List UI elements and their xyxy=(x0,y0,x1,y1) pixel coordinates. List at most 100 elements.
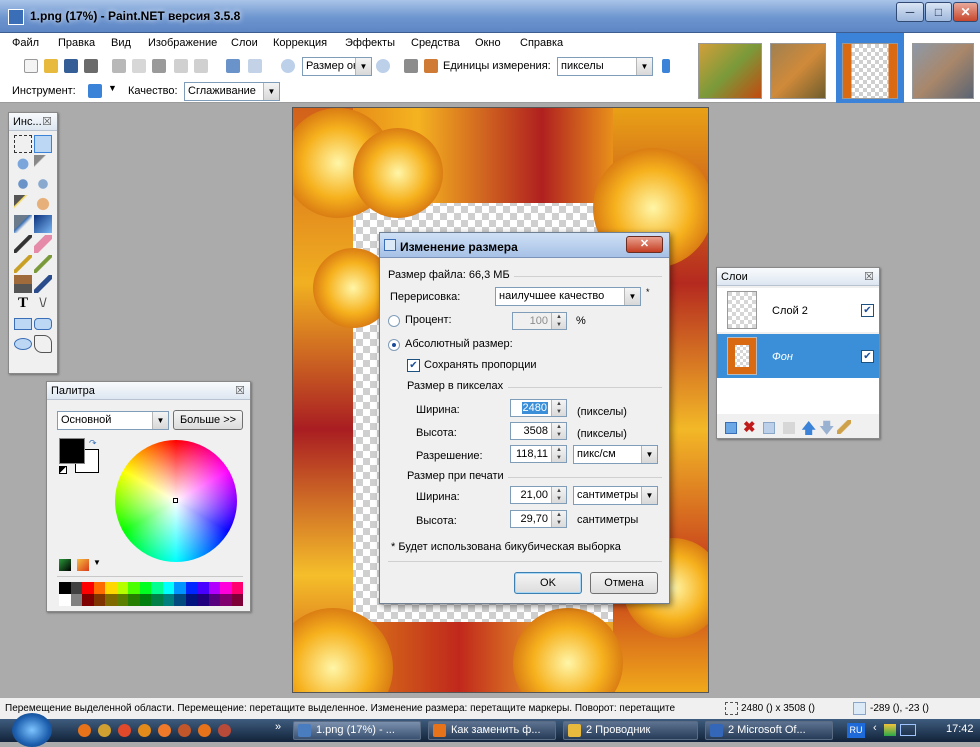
palette-menu-icon[interactable] xyxy=(59,559,71,571)
palette-swatch[interactable] xyxy=(220,594,232,606)
menu-window[interactable]: Окно xyxy=(475,37,501,49)
crop-icon[interactable] xyxy=(174,59,188,73)
layer-visibility-checkbox[interactable]: ✔ xyxy=(861,350,874,363)
units-combo[interactable]: пикселы ▼ xyxy=(557,57,653,76)
zoom-out-icon[interactable] xyxy=(281,59,295,73)
palette-swatch[interactable] xyxy=(116,582,128,594)
primary-color-swatch[interactable] xyxy=(59,438,85,464)
new-icon[interactable] xyxy=(24,59,38,73)
quicklaunch-icon[interactable] xyxy=(198,724,211,737)
reset-colors-icon[interactable] xyxy=(59,466,67,474)
tray-network-icon[interactable] xyxy=(900,724,916,736)
gradient-tool-icon[interactable] xyxy=(34,215,52,233)
quicklaunch-icon[interactable] xyxy=(98,724,111,737)
move-layer-down-icon[interactable]: 🡇 xyxy=(819,418,834,443)
palette-add-icon[interactable] xyxy=(77,559,89,571)
clone-stamp-tool-icon[interactable] xyxy=(14,275,32,293)
text-tool-icon[interactable]: T xyxy=(14,295,32,313)
open-icon[interactable] xyxy=(44,59,58,73)
palette-swatch[interactable] xyxy=(231,594,243,606)
palette-swatch[interactable] xyxy=(185,594,197,606)
add-layer-icon[interactable] xyxy=(725,422,737,434)
print-width-input[interactable]: 21,00 ▲ ▼ xyxy=(510,486,567,504)
language-indicator[interactable]: RU xyxy=(847,723,865,738)
palette-swatch[interactable] xyxy=(82,582,94,594)
palette-mode-combo[interactable]: Основной ▼ xyxy=(57,411,169,430)
magic-wand-tool-icon[interactable] xyxy=(14,195,32,213)
taskbar-item-paintnet[interactable]: 1.png (17%) - ... xyxy=(293,721,421,740)
color-wheel[interactable] xyxy=(115,440,237,562)
print-width-spinner-icon[interactable]: ▲ ▼ xyxy=(551,487,566,503)
palette-swatch[interactable] xyxy=(208,594,220,606)
width-px-input[interactable]: 2480 ▲ ▼ xyxy=(510,399,567,417)
resolution-unit-combo[interactable]: пикс/см ▼ xyxy=(573,445,658,464)
taskbar-item-explorer[interactable]: 2 Проводник xyxy=(563,721,698,740)
keep-ratio-checkbox[interactable]: ✔ xyxy=(407,359,420,372)
palette-swatch[interactable] xyxy=(93,594,105,606)
cursor-icon[interactable] xyxy=(88,84,102,98)
quicklaunch-icon[interactable] xyxy=(218,724,231,737)
palette-swatch[interactable] xyxy=(162,594,174,606)
quicklaunch-icon[interactable] xyxy=(178,724,191,737)
resample-combo[interactable]: наилучшее качество ▼ xyxy=(495,287,641,306)
quicklaunch-more-icon[interactable]: » xyxy=(275,721,281,733)
undo-icon[interactable] xyxy=(226,59,240,73)
cancel-button[interactable]: Отмена xyxy=(590,572,658,594)
menu-layers[interactable]: Слои xyxy=(231,37,258,49)
palette-swatch[interactable] xyxy=(70,582,82,594)
palette-swatch[interactable] xyxy=(82,594,94,606)
percent-radio[interactable] xyxy=(388,315,400,327)
paintbrush-tool-icon[interactable] xyxy=(14,235,32,253)
palette-swatch[interactable] xyxy=(231,582,243,594)
quicklaunch-icon[interactable] xyxy=(158,724,171,737)
quicklaunch-icon[interactable] xyxy=(78,724,91,737)
delete-layer-icon[interactable]: ✖ xyxy=(743,418,756,436)
palette-swatch[interactable] xyxy=(59,594,71,606)
palette-swatch[interactable] xyxy=(197,594,209,606)
move-selection-tool-icon[interactable] xyxy=(34,135,52,153)
rectangle-tool-icon[interactable] xyxy=(14,318,32,330)
menu-file[interactable]: Файл xyxy=(12,37,39,49)
menu-help[interactable]: Справка xyxy=(520,37,563,49)
paste-icon[interactable] xyxy=(152,59,166,73)
palette-swatch[interactable] xyxy=(197,582,209,594)
taskbar-item-office[interactable]: 2 Microsoft Of... xyxy=(705,721,833,740)
close-button[interactable]: ✕ xyxy=(953,2,978,22)
menu-view[interactable]: Вид xyxy=(111,37,131,49)
palette-swatch[interactable] xyxy=(151,594,163,606)
quicklaunch-icon[interactable] xyxy=(138,724,151,737)
thumbnail-image[interactable] xyxy=(912,43,974,99)
palette-swatch[interactable] xyxy=(105,594,117,606)
ok-button[interactable]: OK xyxy=(514,572,582,594)
thumbnail-selected[interactable] xyxy=(836,33,904,103)
palette-swatch[interactable] xyxy=(128,594,140,606)
palette-swatch[interactable] xyxy=(128,582,140,594)
rectangle-select-tool-icon[interactable] xyxy=(14,135,32,153)
lasso-tool-icon[interactable] xyxy=(14,155,32,173)
grid-icon[interactable] xyxy=(404,59,418,73)
close-icon[interactable]: ☒ xyxy=(42,115,52,128)
close-icon[interactable]: ☒ xyxy=(864,270,874,283)
menu-edit[interactable]: Правка xyxy=(58,37,95,49)
rounded-rectangle-tool-icon[interactable] xyxy=(34,318,52,330)
print-height-spinner-icon[interactable]: ▲ ▼ xyxy=(551,511,566,527)
swap-colors-icon[interactable]: ↷ xyxy=(89,438,97,449)
recolor-tool-icon[interactable] xyxy=(34,275,52,293)
zoom-in-icon[interactable] xyxy=(376,59,390,73)
palette-swatch[interactable] xyxy=(208,582,220,594)
cut-icon[interactable] xyxy=(112,59,126,73)
layer-properties-icon[interactable] xyxy=(837,420,851,434)
zoom-tool-icon[interactable] xyxy=(34,175,52,193)
resolution-spinner-icon[interactable]: ▲ ▼ xyxy=(551,446,566,462)
absolute-size-radio[interactable] xyxy=(388,339,400,351)
tool-dropdown-icon[interactable]: ▼ xyxy=(108,83,117,93)
palette-swatch[interactable] xyxy=(162,582,174,594)
height-px-input[interactable]: 3508 ▲ ▼ xyxy=(510,422,567,440)
tray-update-icon[interactable] xyxy=(884,724,896,736)
pencil-tool-icon[interactable] xyxy=(14,255,32,273)
palette-swatch[interactable] xyxy=(174,582,186,594)
palette-swatch[interactable] xyxy=(151,582,163,594)
dialog-close-button[interactable]: ✕ xyxy=(626,236,663,253)
width-spinner-icon[interactable]: ▲ ▼ xyxy=(551,400,566,416)
layer-row-selected[interactable]: Фон ✔ xyxy=(717,334,879,378)
